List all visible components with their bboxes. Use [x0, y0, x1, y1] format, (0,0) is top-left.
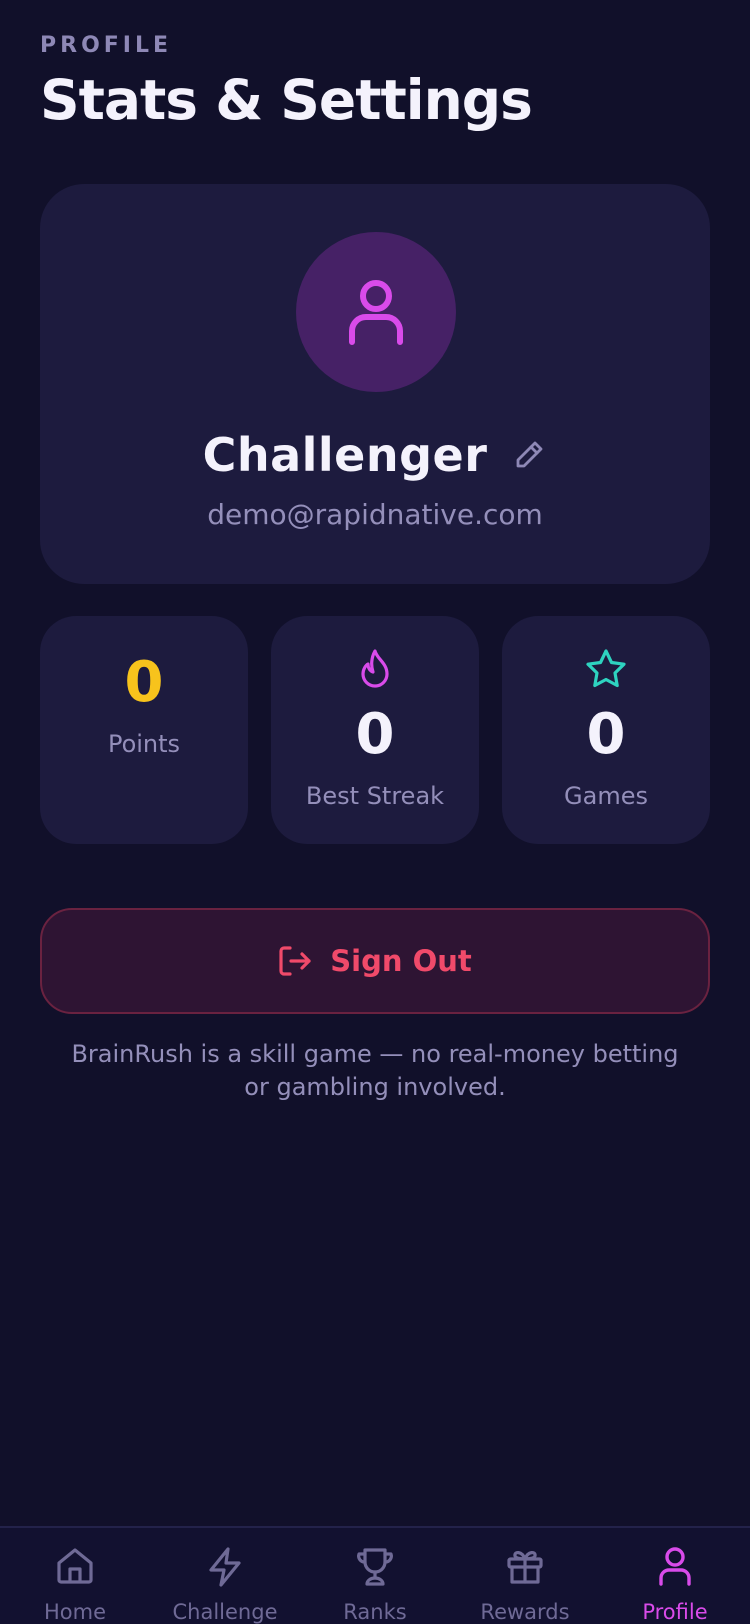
stat-card-best-streak: 0 Best Streak: [271, 616, 479, 844]
trophy-icon: [357, 1548, 393, 1586]
user-email: demo@rapidnative.com: [207, 498, 543, 531]
sign-out-label: Sign Out: [330, 944, 472, 978]
tab-icon-wrap: [450, 1546, 600, 1586]
stat-icon-wrap: [271, 648, 479, 688]
star-icon: [586, 649, 626, 688]
lightning-icon: [209, 1547, 241, 1587]
gift-icon: [507, 1551, 543, 1584]
tab-label: Ranks: [343, 1600, 407, 1624]
tab-home[interactable]: Home: [0, 1528, 150, 1624]
tab-label: Home: [43, 1600, 106, 1624]
tab-ranks[interactable]: Ranks: [300, 1528, 450, 1624]
section-eyebrow: PROFILE: [40, 33, 173, 58]
tab-challenge[interactable]: Challenge: [150, 1528, 300, 1624]
profile-screen: PROFILE Stats & Settings Challenger demo…: [0, 0, 750, 1624]
avatar[interactable]: [296, 232, 456, 392]
tab-profile[interactable]: Profile: [600, 1528, 750, 1624]
bottom-tab-bar: Home Challenge Ranks Rewards Profile: [0, 1526, 750, 1624]
stat-card-points: 0 Points: [40, 616, 248, 844]
tab-label: Challenge: [172, 1600, 278, 1624]
stat-value: 0: [124, 650, 164, 715]
username: Challenger: [202, 428, 488, 482]
tab-icon-wrap: [600, 1546, 750, 1586]
stat-value: 0: [355, 702, 395, 767]
stat-icon-wrap: [502, 648, 710, 688]
tab-rewards[interactable]: Rewards: [450, 1528, 600, 1624]
page-title: Stats & Settings: [40, 68, 533, 132]
stat-label: Games: [564, 782, 648, 810]
stat-label: Best Streak: [305, 782, 445, 810]
name-row: Challenger: [40, 428, 710, 482]
disclaimer-text: BrainRush is a skill game — no real-mone…: [71, 1040, 679, 1101]
flame-icon: [361, 649, 389, 688]
user-icon: [659, 1547, 691, 1586]
tab-label: Rewards: [480, 1600, 570, 1624]
tab-icon-wrap: [0, 1546, 150, 1586]
tab-label: Profile: [642, 1600, 708, 1624]
tab-icon-wrap: [150, 1546, 300, 1588]
pencil-icon: [517, 441, 543, 468]
sign-out-button[interactable]: Sign Out: [40, 908, 710, 1014]
tab-icon-wrap: [300, 1546, 450, 1588]
stat-label: Points: [107, 730, 181, 758]
user-icon: [349, 280, 403, 345]
stat-value: 0: [586, 702, 626, 767]
log-out-icon: [279, 946, 311, 976]
home-icon: [57, 1548, 93, 1584]
stat-card-games: 0 Games: [502, 616, 710, 844]
edit-name-button[interactable]: [511, 437, 547, 473]
profile-card: Challenger demo@rapidnative.com: [40, 184, 710, 584]
